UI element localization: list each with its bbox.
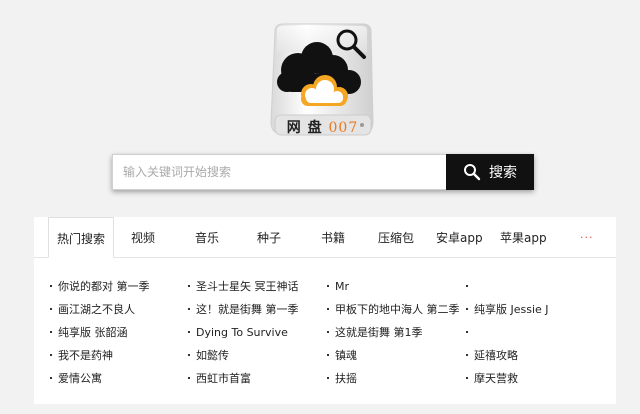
list-item[interactable]: 西虹市首富 [188, 367, 328, 390]
tab-hot-search[interactable]: 热门搜索 [48, 217, 115, 258]
list-item[interactable]: 这就是街舞 第1季 [327, 321, 467, 344]
list-item[interactable]: Dying To Survive [188, 321, 328, 344]
list-item[interactable]: 摩天营救 [466, 367, 606, 390]
search-bar: 搜索 [112, 154, 534, 190]
hot-list-column-4: 纯享版 Jessie J 延禧攻略 摩天营救 [466, 275, 606, 390]
list-item[interactable]: 这！就是街舞 第一季 [188, 298, 328, 321]
search-input[interactable] [112, 154, 446, 190]
search-button[interactable]: 搜索 [446, 154, 534, 190]
logo-text: 网 盘 007 [265, 117, 380, 137]
category-tabs: 热门搜索 视频 音乐 种子 书籍 压缩包 安卓app 苹果app ··· [34, 217, 616, 258]
search-icon [464, 164, 481, 181]
list-item[interactable]: 爱情公寓 [50, 367, 190, 390]
tab-video[interactable]: 视频 [131, 217, 155, 257]
list-item[interactable]: 纯享版 张韶涵 [50, 321, 190, 344]
list-item[interactable]: 纯享版 Jessie J [466, 298, 606, 321]
tab-ios-app[interactable]: 苹果app [500, 217, 547, 257]
list-item[interactable]: 如懿传 [188, 344, 328, 367]
list-item[interactable]: 圣斗士星矢 冥王神话 [188, 275, 328, 298]
hot-list-column-1: 你说的都对 第一季 画江湖之不良人 纯享版 张韶涵 我不是药神 爱情公寓 [50, 275, 190, 390]
list-item[interactable] [466, 275, 606, 298]
hot-search-panel: 热门搜索 视频 音乐 种子 书籍 压缩包 安卓app 苹果app ··· 你说的… [34, 217, 616, 404]
list-item[interactable]: 延禧攻略 [466, 344, 606, 367]
list-item[interactable]: 镇魂 [327, 344, 467, 367]
list-item[interactable]: 甲板下的地中海人 第二季 [327, 298, 467, 321]
tab-more[interactable]: ··· [580, 217, 594, 257]
hot-list-column-2: 圣斗士星矢 冥王神话 这！就是街舞 第一季 Dying To Survive 如… [188, 275, 328, 390]
list-item[interactable]: 我不是药神 [50, 344, 190, 367]
logo-text-cn: 网 盘 [286, 120, 323, 136]
logo-text-num: 007 [328, 120, 359, 136]
list-item[interactable]: Mr [327, 275, 467, 298]
tab-archives[interactable]: 压缩包 [378, 217, 414, 257]
list-item[interactable] [466, 321, 606, 344]
tab-torrent[interactable]: 种子 [257, 217, 281, 257]
tab-books[interactable]: 书籍 [321, 217, 345, 257]
tab-music[interactable]: 音乐 [195, 217, 219, 257]
search-button-label: 搜索 [489, 165, 517, 181]
hot-list-column-3: Mr 甲板下的地中海人 第二季 这就是街舞 第1季 镇魂 扶摇 [327, 275, 467, 390]
list-item[interactable]: 扶摇 [327, 367, 467, 390]
site-logo[interactable]: 网 盘 007 [265, 22, 380, 138]
list-item[interactable]: 你说的都对 第一季 [50, 275, 190, 298]
list-item[interactable]: 画江湖之不良人 [50, 298, 190, 321]
tab-android-app[interactable]: 安卓app [436, 217, 483, 257]
